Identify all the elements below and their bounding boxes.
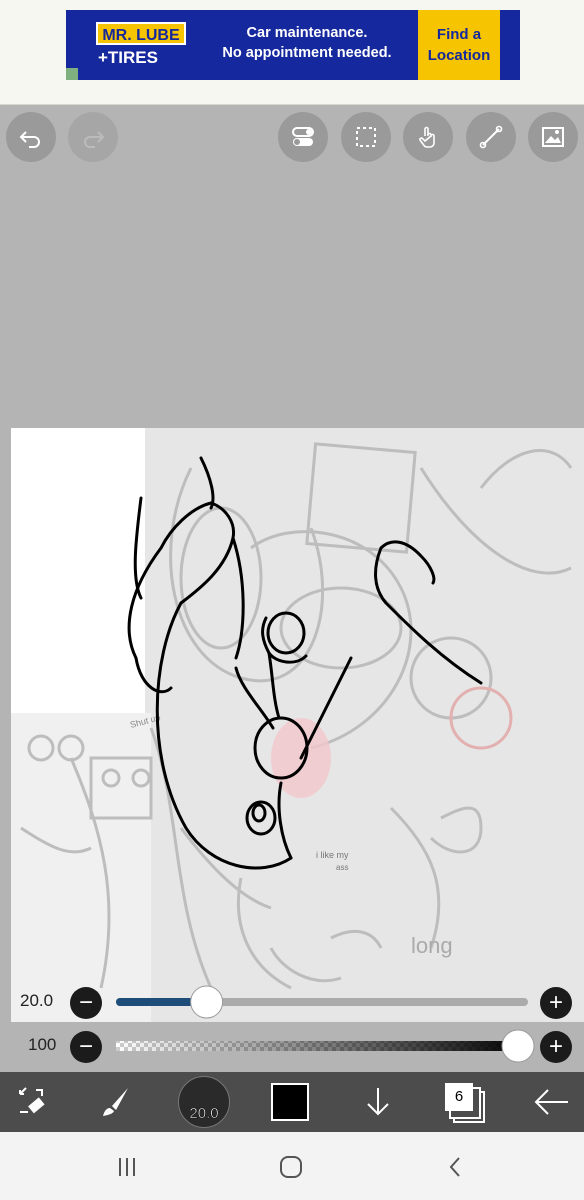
- selection-button[interactable]: [341, 112, 391, 162]
- ad-message: Car maintenance. No appointment needed.: [194, 23, 420, 63]
- image-icon: [542, 127, 564, 147]
- canvas-note-small2: ass: [336, 863, 348, 872]
- brush-size-badge: 20.0: [189, 1105, 219, 1123]
- recents-icon: [119, 1158, 135, 1176]
- transform-icon: [19, 1087, 45, 1114]
- layer-count: 6: [445, 1083, 473, 1111]
- bottom-toolbar: 20.0 6: [0, 1072, 584, 1132]
- ad-brand-line1: MR. LUBE: [96, 22, 186, 45]
- ad-message-line1: Car maintenance.: [246, 25, 368, 41]
- opacity-knob[interactable]: [501, 1029, 535, 1063]
- opacity-value: 100: [28, 1035, 57, 1054]
- drawing-canvas[interactable]: i like my ass long Shut up: [11, 428, 584, 1022]
- hand-button[interactable]: [403, 112, 453, 162]
- toggle-button[interactable]: [278, 112, 328, 162]
- ad-cta-button[interactable]: Find a Location: [418, 10, 500, 80]
- ad-message-line2: No appointment needed.: [222, 45, 392, 61]
- ad-brand-line2: +TIRES: [98, 48, 158, 67]
- brush-size-increase-button[interactable]: +: [540, 987, 572, 1019]
- system-navigation-bar: [0, 1132, 584, 1200]
- selection-icon: [356, 127, 376, 147]
- opacity-increase-button[interactable]: +: [540, 1031, 572, 1063]
- color-button[interactable]: [266, 1072, 314, 1132]
- brush-tool-button[interactable]: [92, 1072, 140, 1132]
- ad-choices-icon[interactable]: [66, 68, 78, 80]
- ad-cta-line2: Location: [427, 47, 491, 64]
- ad-banner[interactable]: MR. LUBE +TIRES Car maintenance. No appo…: [66, 10, 520, 80]
- brush-size-slider-row: 20.0 − +: [0, 983, 584, 1023]
- system-back-icon: [449, 1157, 460, 1177]
- opacity-slider[interactable]: [112, 1027, 536, 1067]
- redo-button[interactable]: [68, 112, 118, 162]
- canvas-artwork: i like my ass long Shut up: [11, 428, 584, 1022]
- opacity-decrease-button[interactable]: −: [70, 1031, 102, 1063]
- home-icon: [280, 1156, 302, 1178]
- redo-icon: [84, 131, 105, 148]
- brush-size-value: 20.0: [20, 991, 54, 1010]
- ruler-icon: [479, 125, 503, 149]
- opacity-slider-row: 100 − +: [0, 1027, 584, 1067]
- transform-button[interactable]: [8, 1072, 56, 1132]
- home-button[interactable]: [271, 1154, 311, 1180]
- toggle-icon: [292, 127, 314, 146]
- back-button[interactable]: [528, 1072, 576, 1132]
- hand-icon: [419, 126, 435, 148]
- brush-size-slider[interactable]: [112, 983, 536, 1023]
- ad-banner-area: MR. LUBE +TIRES Car maintenance. No appo…: [0, 0, 584, 105]
- back-arrow-icon: [534, 1089, 568, 1115]
- download-icon: [367, 1088, 389, 1116]
- canvas-note-small: i like my: [316, 850, 349, 860]
- layers-button[interactable]: 6: [440, 1072, 488, 1132]
- ad-cta-line1: Find a: [436, 26, 482, 43]
- brush-size-button[interactable]: 20.0: [176, 1072, 232, 1132]
- undo-button[interactable]: [6, 112, 56, 162]
- image-button[interactable]: [528, 112, 578, 162]
- brush-icon: [103, 1088, 128, 1116]
- layers-icon: 6: [445, 1083, 485, 1123]
- recents-button[interactable]: [107, 1154, 147, 1180]
- brush-size-icon: 20.0: [178, 1076, 230, 1128]
- brush-size-decrease-button[interactable]: −: [70, 987, 102, 1019]
- download-button[interactable]: [354, 1072, 402, 1132]
- canvas-doodle-word: long: [411, 933, 453, 958]
- undo-icon: [19, 131, 40, 148]
- brush-size-knob[interactable]: [190, 985, 224, 1019]
- color-swatch-icon: [271, 1083, 309, 1121]
- ruler-button[interactable]: [466, 112, 516, 162]
- system-back-button[interactable]: [435, 1154, 475, 1180]
